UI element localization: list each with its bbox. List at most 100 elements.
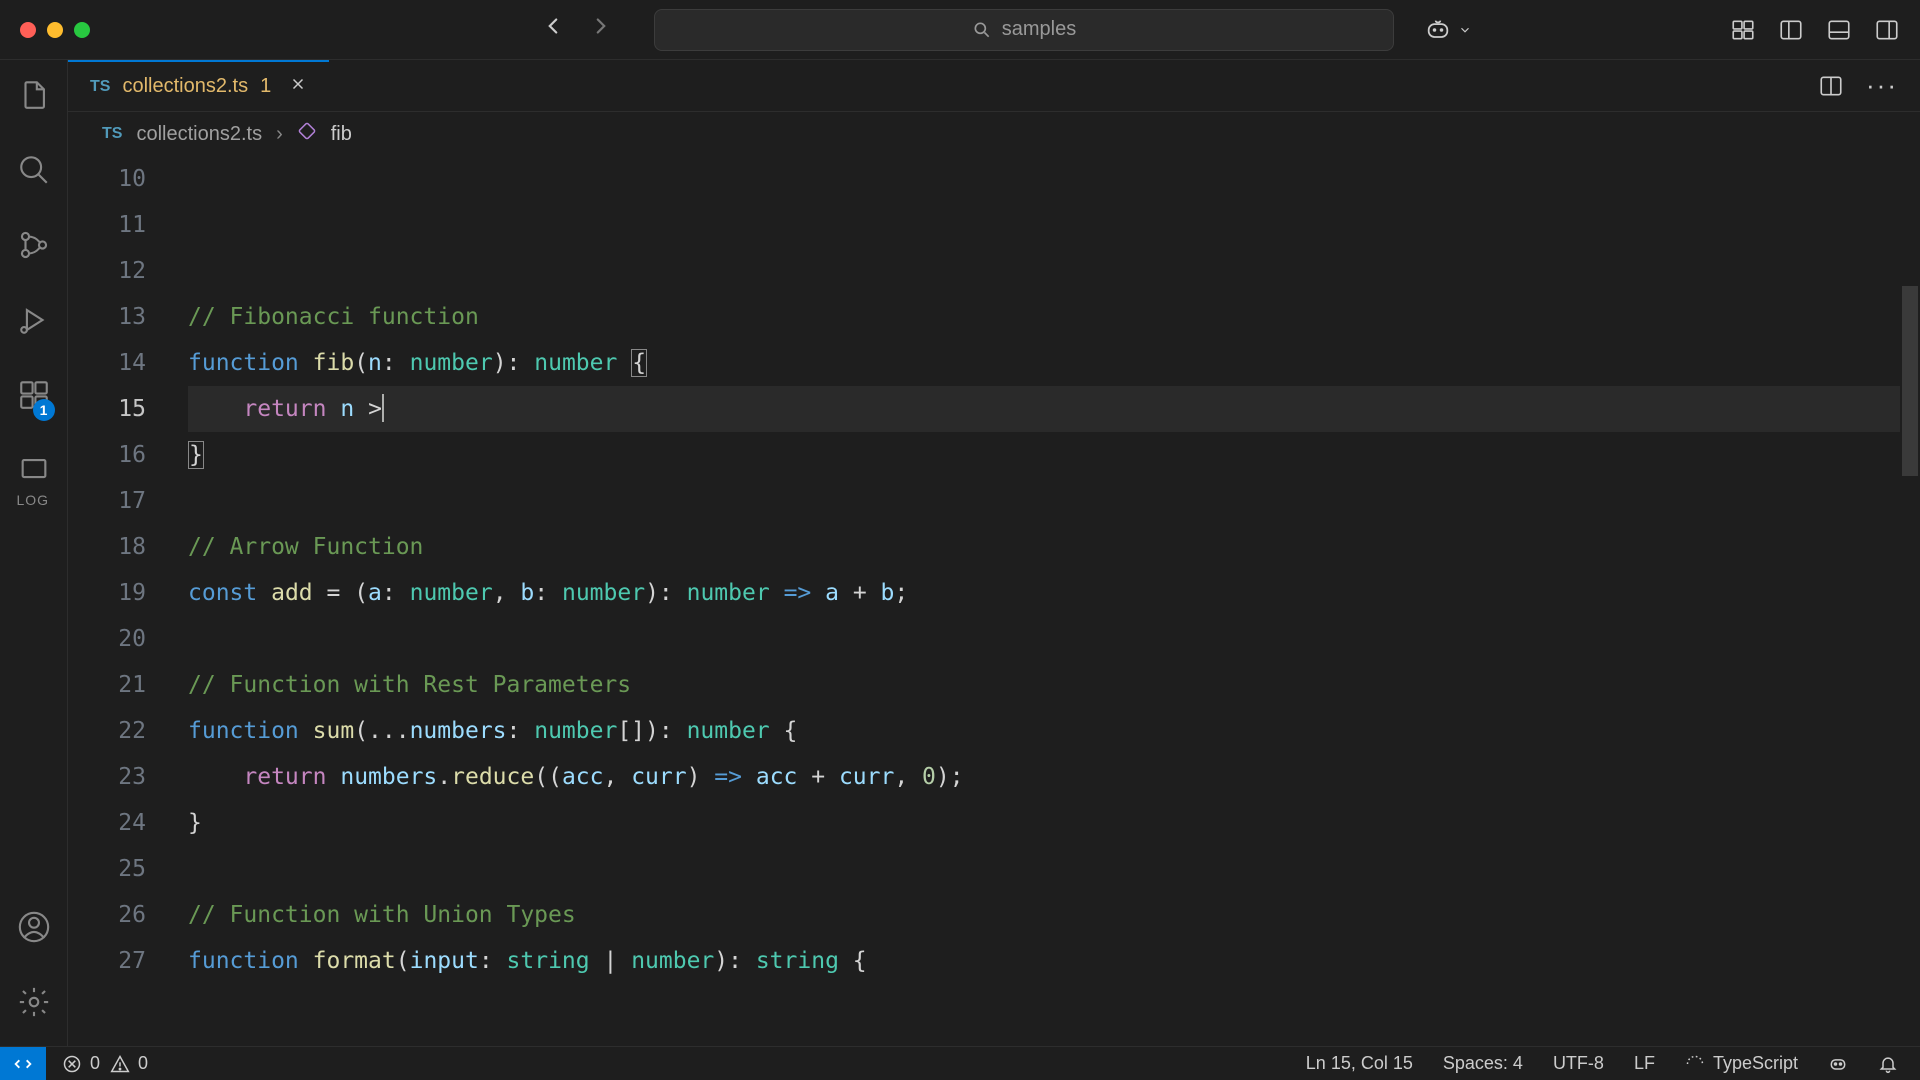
window-maximize[interactable]: [74, 22, 90, 38]
tab-close-icon[interactable]: [289, 75, 307, 99]
remote-indicator[interactable]: [0, 1047, 46, 1080]
line-number: 16: [68, 432, 146, 478]
code-line[interactable]: // Fibonacci function: [188, 294, 1900, 340]
language-name: TypeScript: [1713, 1053, 1798, 1074]
line-number: 21: [68, 662, 146, 708]
tab-filename: collections2.ts: [122, 75, 248, 98]
code-line[interactable]: return n >: [188, 386, 1900, 432]
split-editor-icon[interactable]: [1818, 73, 1844, 99]
code-line[interactable]: // Function with Rest Parameters: [188, 662, 1900, 708]
error-icon: [62, 1054, 82, 1074]
warning-count: 0: [138, 1053, 148, 1074]
line-number: 15: [68, 386, 146, 432]
status-copilot[interactable]: [1828, 1054, 1848, 1074]
toggle-primary-sidebar-icon[interactable]: [1778, 17, 1804, 43]
minimap[interactable]: [1900, 156, 1920, 1046]
tab-collections2[interactable]: TS collections2.ts 1: [68, 60, 329, 111]
typescript-file-icon: TS: [102, 125, 122, 143]
line-number: 14: [68, 340, 146, 386]
code-line[interactable]: [188, 202, 1900, 248]
typescript-file-icon: TS: [90, 78, 110, 96]
status-warnings[interactable]: 0: [110, 1053, 148, 1074]
status-bar: 0 0 Ln 15, Col 15 Spaces: 4 UTF-8 LF Typ…: [0, 1046, 1920, 1080]
activity-accounts[interactable]: [17, 910, 51, 949]
tab-problem-count: 1: [260, 75, 271, 98]
titlebar: samples: [0, 0, 1920, 60]
code-line[interactable]: [188, 248, 1900, 294]
nav-forward-icon[interactable]: [588, 13, 614, 46]
command-center-search[interactable]: samples: [654, 9, 1394, 51]
more-actions-icon[interactable]: ···: [1866, 70, 1898, 101]
copilot-icon: [1424, 16, 1452, 44]
line-number: 20: [68, 616, 146, 662]
status-cursor-position[interactable]: Ln 15, Col 15: [1306, 1053, 1413, 1074]
code-line[interactable]: return numbers.reduce((acc, curr) => acc…: [188, 754, 1900, 800]
code-line[interactable]: function format(input: string | number):…: [188, 938, 1900, 984]
symbol-method-icon: [297, 121, 317, 147]
log-label: LOG: [17, 492, 51, 508]
customize-layout-icon[interactable]: [1730, 17, 1756, 43]
toggle-panel-icon[interactable]: [1826, 17, 1852, 43]
status-indentation[interactable]: Spaces: 4: [1443, 1053, 1523, 1074]
code-line[interactable]: [188, 616, 1900, 662]
line-number: 11: [68, 202, 146, 248]
status-encoding[interactable]: UTF-8: [1553, 1053, 1604, 1074]
status-eol[interactable]: LF: [1634, 1053, 1655, 1074]
line-number: 25: [68, 846, 146, 892]
window-close[interactable]: [20, 22, 36, 38]
breadcrumb-file[interactable]: collections2.ts: [136, 123, 262, 146]
status-language[interactable]: TypeScript: [1685, 1053, 1798, 1074]
editor-tabs: TS collections2.ts 1 ···: [68, 60, 1920, 112]
breadcrumb-symbol[interactable]: fib: [331, 123, 352, 146]
activity-settings[interactable]: [17, 985, 51, 1024]
activity-explorer[interactable]: [17, 78, 51, 117]
line-number: 17: [68, 478, 146, 524]
chevron-right-icon: ›: [276, 123, 283, 146]
extensions-badge: 1: [33, 399, 55, 421]
toggle-secondary-sidebar-icon[interactable]: [1874, 17, 1900, 43]
text-cursor: [382, 394, 384, 422]
activity-source-control[interactable]: [17, 228, 51, 267]
code-line[interactable]: // Arrow Function: [188, 524, 1900, 570]
code-line[interactable]: function sum(...numbers: number[]): numb…: [188, 708, 1900, 754]
copilot-menu[interactable]: [1424, 16, 1472, 44]
code-editor[interactable]: 101112131415161718192021222324252627 // …: [68, 156, 1920, 1046]
code-line[interactable]: [188, 846, 1900, 892]
line-number: 22: [68, 708, 146, 754]
line-number: 23: [68, 754, 146, 800]
search-icon: [972, 20, 992, 40]
activity-bar: 1 LOG: [0, 60, 68, 1046]
chevron-down-icon: [1458, 23, 1472, 37]
status-errors[interactable]: 0: [62, 1053, 100, 1074]
line-number: 24: [68, 800, 146, 846]
minimap-viewport[interactable]: [1902, 286, 1918, 476]
window-minimize[interactable]: [47, 22, 63, 38]
nav-back-icon[interactable]: [540, 13, 566, 46]
copilot-icon: [1828, 1054, 1848, 1074]
line-number: 10: [68, 156, 146, 202]
status-notifications[interactable]: [1878, 1054, 1898, 1074]
bell-icon: [1878, 1054, 1898, 1074]
code-line[interactable]: }: [188, 800, 1900, 846]
search-placeholder: samples: [1002, 18, 1076, 41]
code-line[interactable]: const add = (a: number, b: number): numb…: [188, 570, 1900, 616]
line-number: 18: [68, 524, 146, 570]
code-line[interactable]: [188, 156, 1900, 202]
line-number: 26: [68, 892, 146, 938]
code-line[interactable]: function fib(n: number): number {: [188, 340, 1900, 386]
code-line[interactable]: }: [188, 432, 1900, 478]
activity-output-log[interactable]: LOG: [17, 453, 51, 508]
code-line[interactable]: [188, 478, 1900, 524]
language-status-icon: [1685, 1054, 1705, 1074]
warning-icon: [110, 1054, 130, 1074]
line-number: 27: [68, 938, 146, 984]
activity-search[interactable]: [17, 153, 51, 192]
code-content[interactable]: // Fibonacci functionfunction fib(n: num…: [188, 156, 1900, 1046]
error-count: 0: [90, 1053, 100, 1074]
line-number-gutter: 101112131415161718192021222324252627: [68, 156, 188, 1046]
activity-run-debug[interactable]: [17, 303, 51, 342]
activity-extensions[interactable]: 1: [17, 378, 51, 417]
line-number: 12: [68, 248, 146, 294]
breadcrumb[interactable]: TS collections2.ts › fib: [68, 112, 1920, 156]
code-line[interactable]: // Function with Union Types: [188, 892, 1900, 938]
